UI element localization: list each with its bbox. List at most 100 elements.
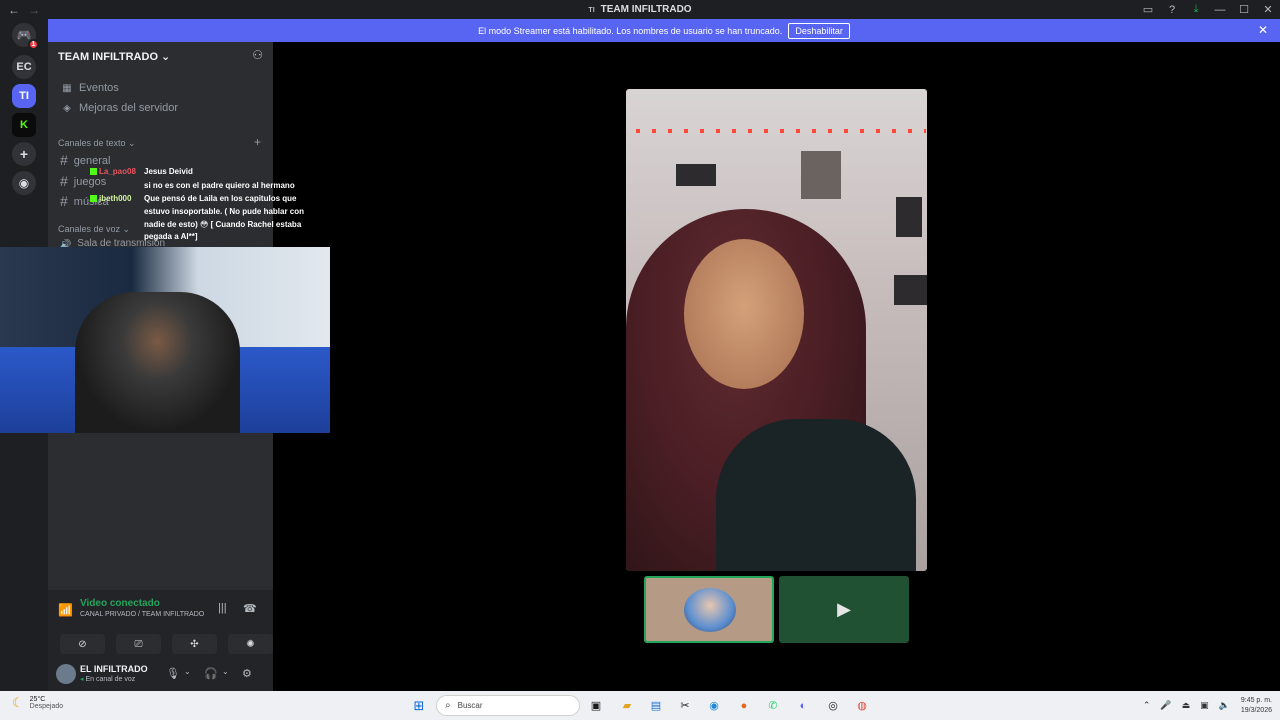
weather-temp: 25°C xyxy=(29,696,46,703)
participant-tile[interactable] xyxy=(644,576,774,643)
firefox-icon[interactable]: ● xyxy=(736,698,752,714)
forward-arrow-icon[interactable]: → xyxy=(26,3,42,17)
signal-icon[interactable]: 📶 xyxy=(58,603,73,617)
participant-shirt xyxy=(716,419,916,571)
channel-general[interactable]: # general xyxy=(60,152,111,168)
edge-icon[interactable]: ◉ xyxy=(706,698,722,714)
inbox-icon[interactable]: ▭ xyxy=(1136,3,1160,16)
wall-photo xyxy=(676,164,716,186)
settings-gear-icon[interactable]: ⚙ xyxy=(242,667,252,680)
weather-condition: Despejado xyxy=(29,703,64,710)
avatar[interactable] xyxy=(56,664,76,684)
close-window-icon[interactable]: ✕ xyxy=(1256,3,1280,16)
help-icon[interactable]: ? xyxy=(1160,4,1184,16)
windows-start-icon[interactable]: ⊞ xyxy=(411,698,427,714)
store-icon[interactable]: ▤ xyxy=(648,698,664,714)
wall-photo xyxy=(801,151,841,199)
screen-share-button[interactable]: ⎚ xyxy=(116,634,161,654)
back-arrow-icon[interactable]: ← xyxy=(6,3,22,17)
system-tray: ⌃ 🎤 ⏏ ▣ 🔈 9:45 p. m. 19/3/2026 xyxy=(1138,694,1272,717)
calendar-icon: ▦ xyxy=(62,82,72,94)
server-header[interactable]: TEAM INFILTRADO ⌄ ⚇ xyxy=(48,42,273,70)
chevron-down-icon[interactable]: ⌄ xyxy=(222,667,229,676)
discord-home-icon[interactable]: 🎮 1 xyxy=(12,23,39,50)
obs-icon[interactable]: ◎ xyxy=(825,698,841,714)
capcut-icon[interactable]: ✂ xyxy=(677,698,693,714)
server-ec[interactable]: EC xyxy=(12,55,36,79)
noise-suppression-icon[interactable]: ||| xyxy=(218,602,227,614)
voice-small-icon: ◂ xyxy=(80,676,84,683)
explore-icon[interactable]: ◉ xyxy=(12,171,36,195)
banner-text: El modo Streamer está habilitado. Los no… xyxy=(478,25,783,36)
boost-icon: ◈ xyxy=(63,102,71,114)
soundboard-button[interactable]: ✺ xyxy=(228,634,273,654)
boosts-label: Mejoras del servidor xyxy=(79,102,179,114)
channel-juegos-label: juegos xyxy=(73,176,107,188)
events-item[interactable]: ▦ Eventos xyxy=(60,82,119,94)
activities-button[interactable]: ✣ xyxy=(172,634,217,654)
window-title-text: TEAM INFILTRADO xyxy=(600,4,692,15)
server-ti-label: TI xyxy=(19,90,29,102)
weather-widget[interactable]: ☾ 25°C Despejado xyxy=(12,695,63,711)
headphones-icon[interactable]: 🎧 xyxy=(204,667,218,680)
hash-icon: # xyxy=(60,173,68,189)
add-server-icon[interactable]: + xyxy=(12,142,36,166)
kick-icon[interactable]: K xyxy=(12,113,36,137)
camera-off-button[interactable]: ⊘ xyxy=(60,634,105,654)
boosts-item[interactable]: ◈ Mejoras del servidor xyxy=(60,102,178,114)
server-ec-label: EC xyxy=(16,61,32,73)
add-channel-icon[interactable]: + xyxy=(254,135,261,149)
disable-streamer-button[interactable]: Deshabilitar xyxy=(788,22,850,39)
file-explorer-icon[interactable]: ▰ xyxy=(619,698,635,714)
voice-panel: 📶 Video conectado CANAL PRIVADO / TEAM I… xyxy=(48,590,273,691)
taskbar: ☾ 25°C Despejado ⊞ ⌕ Buscar ▣ ▰ ▤ ✂ ◉ ● … xyxy=(0,691,1280,720)
chat-text: Jesus Deivid xyxy=(144,167,193,176)
clock-date: 19/3/2026 xyxy=(1240,706,1272,714)
server-name: TEAM INFILTRADO ⌄ xyxy=(58,51,171,63)
streamer-figure xyxy=(75,292,240,433)
chrome-icon[interactable]: ◍ xyxy=(854,698,870,714)
voice-status: 📶 Video conectado CANAL PRIVADO / TEAM I… xyxy=(48,590,273,630)
network-icon[interactable]: ▣ xyxy=(1200,700,1209,711)
whatsapp-icon[interactable]: ✆ xyxy=(765,698,781,714)
disconnect-icon[interactable]: ☎ xyxy=(243,602,257,615)
main-video-feed[interactable] xyxy=(626,89,927,571)
kick-badge-icon xyxy=(90,168,97,175)
search-placeholder: Buscar xyxy=(457,701,483,710)
discord-taskbar-icon[interactable]: ◐ xyxy=(795,698,811,714)
user-panel: EL INFILTRADO ◂ En canal de voz 🎙 ⌄ 🎧 ⌄ … xyxy=(48,660,273,691)
voice-location[interactable]: CANAL PRIVADO / TEAM INFILTRADO xyxy=(80,611,204,618)
chat-text: pegada a Al**] xyxy=(144,232,198,241)
search-box[interactable]: ⌕ Buscar xyxy=(436,695,580,716)
camera-tile[interactable]: ▶ xyxy=(779,576,909,643)
events-label: Eventos xyxy=(79,82,119,94)
usb-icon[interactable]: ⏏ xyxy=(1182,700,1191,711)
close-icon[interactable]: ✕ xyxy=(1258,23,1268,37)
title-bar: ← → TI TEAM INFILTRADO ▭ ? ⤓ — ☐ ✕ xyxy=(0,0,1280,19)
notification-badge: 1 xyxy=(28,39,39,50)
chevron-up-icon[interactable]: ⌃ xyxy=(1143,700,1151,711)
microphone-icon[interactable]: 🎙 xyxy=(166,667,180,680)
microphone-tray-icon[interactable]: 🎤 xyxy=(1160,700,1171,711)
participant-face xyxy=(684,239,804,389)
kick-badge-icon xyxy=(90,195,97,202)
server-ti[interactable]: TI xyxy=(12,84,36,108)
chat-message: La_pao08 xyxy=(90,167,136,176)
text-channels-category[interactable]: Canales de texto ⌄ xyxy=(58,138,136,149)
moon-icon: ☾ xyxy=(12,695,24,710)
chat-text: nadie de esto) 😳 [ Cuando Rachel estaba xyxy=(144,220,302,229)
hash-icon: # xyxy=(60,152,68,168)
chevron-down-icon[interactable]: ⌄ xyxy=(184,667,191,676)
server-mini-icon: TI xyxy=(588,7,595,14)
participant-avatar xyxy=(684,588,736,632)
invite-icon[interactable]: ⚇ xyxy=(252,48,263,62)
minimize-icon[interactable]: — xyxy=(1208,4,1232,16)
maximize-icon[interactable]: ☐ xyxy=(1232,3,1256,16)
voice-channels-category[interactable]: Canales de voz ⌄ xyxy=(58,224,130,235)
wall-photo xyxy=(896,197,922,237)
clock[interactable]: 9:45 p. m. 19/3/2026 xyxy=(1241,696,1272,716)
download-icon[interactable]: ⤓ xyxy=(1184,3,1208,16)
chat-user: La_pao08 xyxy=(99,167,136,176)
volume-icon[interactable]: 🔈 xyxy=(1219,700,1230,711)
task-view-icon[interactable]: ▣ xyxy=(588,698,604,714)
